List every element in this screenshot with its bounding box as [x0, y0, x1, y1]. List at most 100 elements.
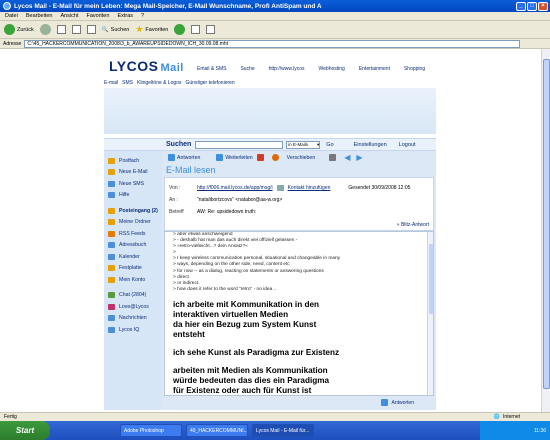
nav-lycos-url[interactable]: http://www.lycos — [269, 66, 305, 72]
add-contact-link[interactable]: Kontakt hinzufügen — [288, 185, 331, 191]
subnav-email[interactable]: E-mail — [104, 80, 118, 86]
quick-reply-link[interactable]: » Blitz-Antwort — [397, 222, 429, 228]
search-scope-select[interactable]: in E-Mails ▾ — [286, 140, 321, 149]
next-arrow-icon[interactable]: ▶ — [356, 153, 362, 162]
browser-toolbar: Zurück 🔍 Suchen ★ Favoriten — [0, 21, 550, 39]
nav-new-email-label: Neue E-Mail — [119, 169, 148, 176]
body-line: interaktiven virtuellen Medien — [173, 310, 289, 319]
bottom-reply-button[interactable]: Antworten — [391, 400, 414, 406]
task-lycos-mail[interactable]: Lycos Mail - E-Mail für... — [252, 424, 314, 437]
delete-icon[interactable] — [256, 154, 264, 161]
nav-calendar[interactable]: Kalender — [104, 251, 162, 263]
nav-inbox[interactable]: Posteingang (2) — [104, 205, 162, 217]
from-value[interactable]: http://f006.mail.lycos.de/app/msg/i — [197, 185, 273, 191]
nav-help-label: Hilfe — [119, 192, 130, 199]
header-subnav: E-mail SMS Klingeltöne & Logos Günstiger… — [104, 80, 235, 86]
clock: 11:36 — [533, 427, 546, 434]
move-button[interactable]: Verschieben — [287, 155, 316, 161]
logout-link[interactable]: Logout — [399, 142, 416, 148]
nav-entertainment[interactable]: Entertainment — [359, 66, 390, 72]
forward-button[interactable] — [39, 24, 51, 35]
page-title: E-Mail lesen — [166, 165, 216, 175]
refresh-icon[interactable] — [71, 25, 81, 34]
help-icon — [108, 192, 115, 199]
nav-webhosting[interactable]: Webhosting — [319, 66, 345, 72]
forward-icon — [216, 154, 224, 161]
window-title-bar: Lycos Mail - E-Mail für mein Leben: Mega… — [0, 0, 550, 12]
message-scrollbar[interactable] — [427, 232, 433, 395]
previous-arrow-icon[interactable]: ◀ — [344, 153, 350, 162]
nav-email-sms[interactable]: Email & SMS — [197, 66, 226, 72]
nav-new-sms[interactable]: Neue SMS — [104, 178, 162, 190]
back-button[interactable]: Zurück — [4, 24, 34, 35]
task-photoshop[interactable]: Adobe Photoshop — [120, 424, 182, 437]
nav-addressbook[interactable]: Adressbuch — [104, 240, 162, 252]
menu-tools[interactable]: Extras — [117, 13, 133, 19]
start-button[interactable]: Start — [0, 421, 50, 440]
maximize-button[interactable]: □ — [527, 1, 537, 11]
menu-favorites[interactable]: Favoriten — [87, 13, 110, 19]
mail-icon[interactable] — [191, 25, 201, 34]
body-line: entsteht — [173, 330, 205, 339]
forward-button[interactable]: Weiterleiten — [216, 154, 253, 161]
print-icon[interactable] — [329, 154, 337, 161]
nav-my-folders[interactable]: Meine Ordner — [104, 217, 162, 229]
menu-bar: Datei Bearbeiten Ansicht Favoriten Extra… — [0, 12, 550, 21]
task-folder[interactable]: 49_HACKERCOMMUNI... — [186, 424, 248, 437]
nav-suche[interactable]: Suche — [240, 66, 254, 72]
reply-button[interactable]: Antworten — [168, 154, 200, 161]
subject-row: Betreff AW: Re: upsidedown truth: — [169, 209, 256, 215]
nav-help[interactable]: Hilfe — [104, 190, 162, 202]
nav-new-email[interactable]: Neue E-Mail — [104, 167, 162, 179]
subnav-telephony[interactable]: Günstiger telefonieren — [186, 80, 235, 86]
nav-lycos-iq[interactable]: Lycos IQ — [104, 324, 162, 336]
home-icon[interactable] — [86, 25, 96, 34]
mail-search-input[interactable] — [195, 140, 284, 149]
nav-shopping[interactable]: Shopping — [404, 66, 425, 72]
page-viewport: LYCOS Mail Email & SMS Suche http://www.l… — [0, 49, 550, 412]
search-go-button[interactable]: Go — [326, 142, 333, 148]
header-nav: Email & SMS Suche http://www.lycos Webho… — [197, 66, 425, 72]
system-tray: 11:36 — [480, 421, 550, 440]
stop-icon[interactable] — [56, 25, 66, 34]
subnav-sms[interactable]: SMS — [122, 80, 133, 86]
spam-icon[interactable] — [271, 154, 279, 161]
nav-chat[interactable]: Chat (2804) — [104, 290, 162, 302]
mailbox-icon — [108, 157, 115, 164]
page-scrollbar[interactable] — [541, 49, 550, 412]
menu-view[interactable]: Ansicht — [60, 13, 78, 19]
nav-harddisk-label: Festplatte — [119, 265, 142, 272]
to-row: An : "natalibortzcovs" <natabor@aa-w.org… — [169, 197, 282, 203]
menu-help[interactable]: ? — [141, 13, 144, 19]
nav-my-folders-label: Meine Ordner — [119, 219, 151, 226]
close-button[interactable]: × — [538, 1, 548, 11]
address-input[interactable]: C:\45_HACKERCOMMUNICATION_2008\3_b_AWARE… — [24, 39, 520, 48]
harddisk-icon — [108, 265, 115, 272]
settings-link[interactable]: Einstellungen — [354, 142, 387, 148]
new-email-icon — [108, 169, 115, 176]
favorites-button[interactable]: ★ Favoriten — [135, 24, 168, 35]
message-body[interactable]: > aber etwas anschweigend > - deshalb ha… — [164, 231, 434, 396]
from-row: Von : http://f006.mail.lycos.de/app/msg/… — [169, 185, 410, 191]
nav-love-lycos[interactable]: Love@Lycos — [104, 301, 162, 313]
zone-label: Internet — [503, 414, 520, 420]
print-icon[interactable] — [206, 25, 216, 34]
search-button[interactable]: 🔍 Suchen — [102, 27, 130, 33]
action-bar: Antworten Weiterleiten Verschieben ◀ ▶ — [162, 151, 436, 164]
menu-edit[interactable]: Bearbeiten — [26, 13, 53, 19]
body-line: für Existenz oder auch für Kunst ist — [173, 386, 312, 395]
nav-chat-label: Chat (2804) — [119, 292, 147, 299]
nav-account[interactable]: Mein Konto — [104, 274, 162, 286]
lycos-logo[interactable]: LYCOS Mail — [109, 58, 184, 74]
nav-postfach[interactable]: Postfach — [104, 155, 162, 167]
nav-harddisk[interactable]: Festplatte — [104, 263, 162, 275]
minimize-button[interactable]: _ — [516, 1, 526, 11]
history-icon[interactable] — [174, 24, 186, 35]
back-arrow-icon — [4, 24, 15, 35]
nav-rss[interactable]: RSS Feeds — [104, 228, 162, 240]
nav-news[interactable]: Nachrichten — [104, 313, 162, 325]
subnav-ringtones[interactable]: Klingeltöne & Logos — [137, 80, 181, 86]
nav-postfach-label: Postfach — [119, 157, 140, 164]
quoted-text: > aber etwas anschweigend > - deshalb ha… — [173, 232, 423, 293]
menu-file[interactable]: Datei — [5, 13, 18, 19]
